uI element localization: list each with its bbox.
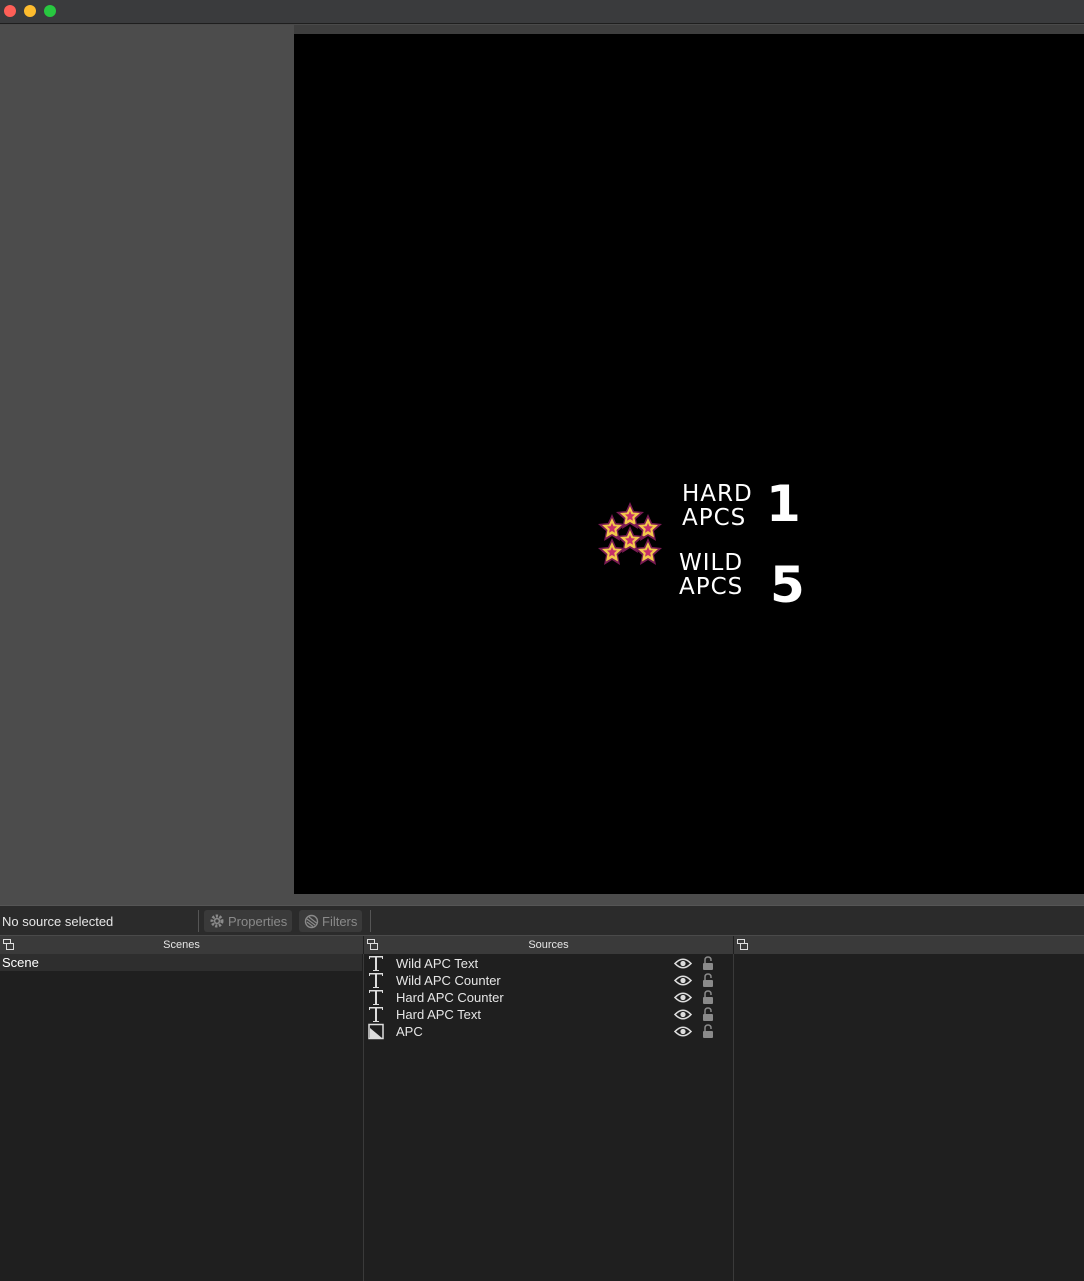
wild-apc-text-line1: WILD	[679, 550, 744, 576]
unlocked-lock-icon[interactable]	[702, 990, 714, 1005]
wild-apc-counter: 5	[770, 556, 805, 614]
unlocked-lock-icon[interactable]	[702, 1007, 714, 1022]
visibility-eye-icon[interactable]	[674, 991, 692, 1004]
wild-apc-text-line2: APCS	[679, 574, 744, 600]
sources-title: Sources	[528, 939, 569, 951]
minimize-window-button[interactable]	[24, 5, 36, 17]
filters-button[interactable]: Filters	[299, 910, 363, 932]
toolbar-divider	[198, 910, 199, 932]
sources-dock: Sources Wild APC Text Wild APC Counter H…	[364, 936, 733, 1281]
text-source-icon	[369, 1007, 383, 1022]
visibility-eye-icon[interactable]	[674, 1008, 692, 1021]
sources-dock-title: Sources	[364, 936, 733, 954]
preview-top-border	[294, 25, 1084, 34]
hard-apc-text: HARD APCS	[682, 482, 753, 530]
unlocked-lock-icon[interactable]	[702, 973, 714, 988]
toolbar-divider	[370, 910, 371, 932]
gear-icon	[210, 914, 224, 928]
visibility-eye-icon[interactable]	[674, 957, 692, 970]
visibility-eye-icon[interactable]	[674, 974, 692, 987]
scenes-dock: Scenes Scene	[0, 936, 363, 1281]
source-name: Hard APC Counter	[396, 990, 504, 1005]
image-source-icon	[368, 1023, 384, 1040]
filter-icon	[304, 914, 319, 928]
text-source-icon	[369, 990, 383, 1005]
selection-status: No source selected	[2, 914, 114, 929]
text-source-icon	[369, 973, 383, 988]
source-name: Wild APC Text	[396, 956, 479, 971]
float-dock-icon[interactable]	[3, 939, 14, 950]
properties-button[interactable]: Properties	[204, 910, 293, 932]
dock-area: Scenes Scene Sources Wild APC Text Wild …	[0, 936, 1084, 1281]
float-dock-icon[interactable]	[367, 939, 378, 950]
properties-label: Properties	[228, 913, 288, 929]
hard-apc-text-line1: HARD	[682, 481, 753, 507]
source-item-hard-apc-text[interactable]: Hard APC Text	[366, 1006, 732, 1023]
source-name: APC	[396, 1024, 423, 1039]
source-item-wild-apc-text[interactable]: Wild APC Text	[366, 955, 732, 972]
hard-apc-counter: 1	[766, 475, 801, 533]
source-name: Hard APC Text	[396, 1007, 482, 1022]
unlocked-lock-icon[interactable]	[702, 956, 714, 971]
filters-label: Filters	[322, 913, 358, 929]
source-item-hard-apc-counter[interactable]: Hard APC Counter	[366, 989, 732, 1006]
mixer-dock-title	[734, 936, 1084, 954]
float-dock-icon[interactable]	[737, 939, 748, 950]
title-bar	[0, 0, 1084, 24]
wild-apc-text: WILD APCS	[679, 551, 743, 599]
source-name: Wild APC Counter	[396, 973, 501, 988]
scene-list-item[interactable]: Scene	[0, 954, 362, 971]
mixer-dock	[734, 936, 1084, 1281]
hard-apc-text-line2: APCS	[682, 505, 747, 531]
source-toolbar: No source selected Properties Filters	[0, 905, 1084, 935]
source-item-wild-apc-counter[interactable]: Wild APC Counter	[366, 972, 732, 989]
unlocked-lock-icon[interactable]	[702, 1024, 714, 1039]
maximize-window-button[interactable]	[44, 5, 56, 17]
close-window-button[interactable]	[4, 5, 16, 17]
visibility-eye-icon[interactable]	[674, 1025, 692, 1038]
stars-badge-icon	[598, 502, 662, 565]
scenes-dock-title: Scenes	[0, 936, 363, 954]
text-source-icon	[369, 956, 383, 971]
scenes-title: Scenes	[163, 939, 200, 951]
source-item-apc[interactable]: APC	[366, 1023, 732, 1040]
preview-canvas[interactable]: HARD APCS 1 WILD APCS 5	[294, 34, 1084, 894]
